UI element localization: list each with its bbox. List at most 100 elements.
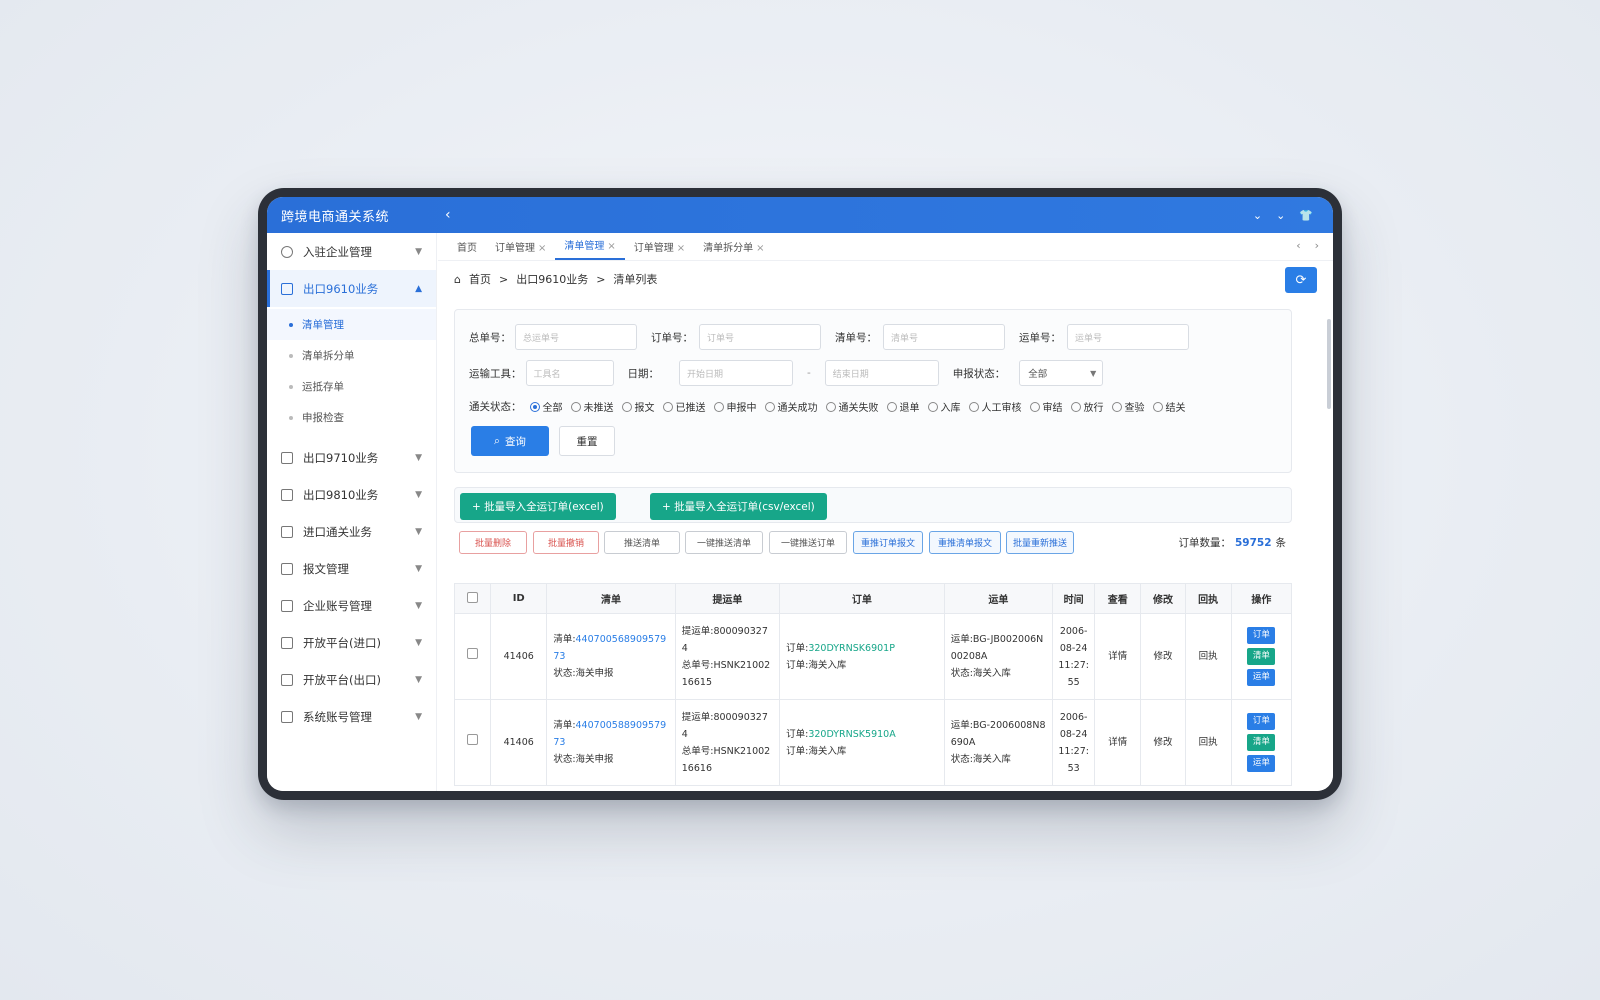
- edit-link[interactable]: 修改: [1140, 613, 1186, 700]
- waybill-input[interactable]: 运单号: [1067, 324, 1189, 350]
- sidebar-item-messages[interactable]: 报文管理 ▼: [267, 550, 436, 587]
- document-icon: [281, 673, 293, 686]
- chevron-right-icon[interactable]: ›: [1315, 239, 1319, 252]
- radio-not-pushed[interactable]: 未推送: [570, 399, 614, 414]
- sidebar-item-enterprise[interactable]: 入驻企业管理 ▼: [267, 233, 436, 270]
- radio-declaring[interactable]: 申报中: [713, 399, 757, 414]
- breadcrumb-page: 清单列表: [613, 273, 658, 286]
- status-select[interactable]: 全部 ▼: [1019, 360, 1104, 386]
- query-button[interactable]: ⌕ 查询: [471, 426, 549, 456]
- chevron-down-icon: ▼: [415, 489, 422, 500]
- view-link[interactable]: 详情: [1094, 699, 1142, 786]
- column-header-view: 查看: [1094, 583, 1142, 614]
- sidebar-item-label: 系统账号管理: [303, 709, 372, 724]
- radio-pushed[interactable]: 已推送: [662, 399, 706, 414]
- row-checkbox[interactable]: [467, 648, 479, 659]
- tab-order-management[interactable]: 订单管理 ×: [486, 239, 555, 260]
- push-list-button[interactable]: 推送清单: [604, 531, 680, 554]
- sidebar-item-export-9710[interactable]: 出口9710业务 ▼: [267, 439, 436, 476]
- shirt-icon[interactable]: 👕: [1299, 209, 1313, 222]
- import-excel-button[interactable]: + 批量导入全运订单(excel): [460, 493, 616, 520]
- sidebar-subitem-arrival[interactable]: 运抵存单: [267, 371, 436, 402]
- select-all-header[interactable]: [453, 583, 492, 614]
- list-label: 清单号：: [835, 331, 877, 344]
- import-csv-button[interactable]: + 批量导入全运订单(csv/excel): [650, 493, 827, 520]
- sidebar-subitem-list-management[interactable]: 清单管理: [267, 309, 436, 340]
- chevron-down-icon[interactable]: ⌄: [1276, 209, 1285, 222]
- radio-inspection[interactable]: 查验: [1111, 399, 1145, 414]
- collapse-sidebar-icon[interactable]: ‹: [445, 207, 451, 223]
- receipt-link[interactable]: 回执: [1184, 613, 1232, 700]
- sidebar-subitem-split[interactable]: 清单拆分单: [267, 340, 436, 371]
- sidebar-item-enterprise-accounts[interactable]: 企业账号管理 ▼: [267, 587, 436, 624]
- close-icon[interactable]: ×: [607, 241, 615, 252]
- chevron-left-icon[interactable]: ‹: [1296, 239, 1300, 252]
- sidebar-subgroup: 清单管理 清单拆分单 运抵存单 申报检查: [267, 307, 436, 439]
- order-input[interactable]: 订单号: [699, 324, 821, 350]
- bullet-icon: [289, 415, 293, 420]
- refresh-button[interactable]: ⟳: [1285, 267, 1317, 293]
- radio-stored[interactable]: 入库: [927, 399, 961, 414]
- radio-concluded[interactable]: 审结: [1029, 399, 1063, 414]
- tab-list-split[interactable]: 清单拆分单 ×: [694, 239, 773, 260]
- radio-clear-fail[interactable]: 通关失败: [825, 399, 879, 414]
- sidebar-item-import[interactable]: 进口通关业务 ▼: [267, 513, 436, 550]
- sidebar-item-open-platform-import[interactable]: 开放平台(进口) ▼: [267, 624, 436, 661]
- tab-home[interactable]: 首页: [448, 239, 486, 260]
- order-op-button[interactable]: 订单: [1247, 713, 1276, 730]
- order-number-link[interactable]: 320DYRNSK5910A: [808, 729, 895, 740]
- radio-all[interactable]: 全部: [529, 399, 563, 414]
- sidebar-item-export-9610[interactable]: 出口9610业务 ▲: [267, 270, 436, 307]
- app-title: 跨境电商通关系统: [281, 209, 390, 225]
- tab-order-management-2[interactable]: 订单管理 ×: [625, 239, 694, 260]
- order-number-link[interactable]: 320DYRNSK6901P: [808, 643, 895, 654]
- sidebar-item-system-accounts[interactable]: 系统账号管理 ▼: [267, 698, 436, 735]
- list-op-button[interactable]: 清单: [1247, 734, 1276, 751]
- chevron-down-icon[interactable]: ⌄: [1253, 209, 1262, 222]
- batch-delete-button[interactable]: 批量删除: [459, 531, 527, 554]
- edit-link[interactable]: 修改: [1140, 699, 1186, 786]
- close-icon[interactable]: ×: [756, 243, 764, 254]
- date-end-input[interactable]: 结束日期: [824, 360, 939, 386]
- bullet-icon: [289, 322, 293, 327]
- repush-list-button[interactable]: 重推清单报文: [929, 531, 1001, 554]
- list-input[interactable]: 清单号: [883, 324, 1005, 350]
- date-start-input[interactable]: 开始日期: [679, 360, 793, 386]
- reset-button[interactable]: 重置: [559, 426, 615, 456]
- radio-returned[interactable]: 退单: [886, 399, 920, 414]
- radio-manual-review[interactable]: 人工审核: [968, 399, 1022, 414]
- batch-cancel-button[interactable]: 批量撤销: [533, 531, 599, 554]
- waybill-op-button[interactable]: 运单: [1247, 755, 1276, 772]
- batch-repush-button[interactable]: 批量重新推送: [1006, 531, 1074, 554]
- tool-input[interactable]: 工具名: [525, 360, 614, 386]
- radio-clear-success[interactable]: 通关成功: [764, 399, 818, 414]
- radio-released[interactable]: 放行: [1070, 399, 1104, 414]
- sidebar-item-export-9810[interactable]: 出口9810业务 ▼: [267, 476, 436, 513]
- row-id: 41406: [490, 699, 548, 786]
- order-op-button[interactable]: 订单: [1247, 627, 1276, 644]
- scrollbar-thumb[interactable]: [1327, 319, 1331, 409]
- close-icon[interactable]: ×: [538, 243, 546, 254]
- close-icon[interactable]: ×: [677, 243, 685, 254]
- table-row: 41406 清单:44070056890957973 状态:海关申报 提运单:8…: [453, 613, 1293, 700]
- one-click-push-order-button[interactable]: 一键推送订单: [769, 531, 847, 554]
- breadcrumb-home[interactable]: 首页: [469, 271, 491, 287]
- tab-list-management[interactable]: 清单管理 ×: [555, 237, 625, 260]
- radio-closed[interactable]: 结关: [1152, 399, 1186, 414]
- view-link[interactable]: 详情: [1094, 613, 1142, 700]
- select-all-checkbox[interactable]: [467, 591, 479, 603]
- list-op-button[interactable]: 清单: [1247, 648, 1276, 665]
- one-click-push-list-button[interactable]: 一键推送清单: [685, 531, 763, 554]
- sidebar-item-open-platform-export[interactable]: 开放平台(出口) ▼: [267, 661, 436, 698]
- zongdan-input[interactable]: 总运单号: [515, 324, 637, 350]
- sidebar-subitem-check[interactable]: 申报检查: [267, 402, 436, 433]
- receipt-link[interactable]: 回执: [1184, 699, 1232, 786]
- table-row: 41406 清单:44070058890957973 状态:海关申报 提运单:8…: [453, 699, 1293, 786]
- breadcrumb-section[interactable]: 出口9610业务: [516, 271, 588, 287]
- row-checkbox[interactable]: [467, 734, 479, 745]
- radio-message[interactable]: 报文: [621, 399, 655, 414]
- breadcrumb-separator: >: [498, 272, 509, 286]
- repush-order-button[interactable]: 重推订单报文: [853, 531, 923, 554]
- home-icon: ⌂: [454, 272, 461, 286]
- waybill-op-button[interactable]: 运单: [1247, 669, 1276, 686]
